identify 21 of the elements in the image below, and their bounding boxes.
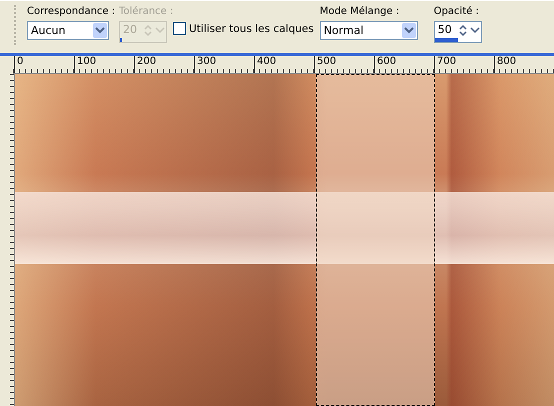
- ruler-label: 700: [434, 56, 494, 73]
- match-dropdown[interactable]: Aucun: [27, 21, 109, 40]
- chevron-down-icon: [402, 23, 416, 38]
- spin-arrows-icon: [143, 24, 165, 37]
- all-layers-checkbox[interactable]: Utiliser tous les calques: [173, 22, 314, 35]
- ruler-label: 800: [494, 56, 554, 73]
- opacity-spinbox[interactable]: 50: [434, 21, 482, 43]
- tolerance-label: Tolérance :: [119, 5, 174, 19]
- ruler-label: 500: [314, 56, 374, 73]
- blend-mode-label: Mode Mélange :: [320, 5, 400, 19]
- ruler-label: 200: [134, 56, 194, 73]
- ruler-label: 0: [14, 56, 74, 73]
- ruler-label: 100: [74, 56, 134, 73]
- ruler-label: 600: [374, 56, 434, 73]
- chevron-down-icon: [93, 23, 107, 38]
- ruler-label: 400: [254, 56, 314, 73]
- ruler-label: 300: [194, 56, 254, 73]
- blend-mode-dropdown[interactable]: Normal: [320, 21, 418, 40]
- opacity-label: Opacité :: [434, 5, 479, 19]
- spin-arrows-icon: [458, 24, 480, 37]
- match-label: Correspondance :: [27, 5, 116, 19]
